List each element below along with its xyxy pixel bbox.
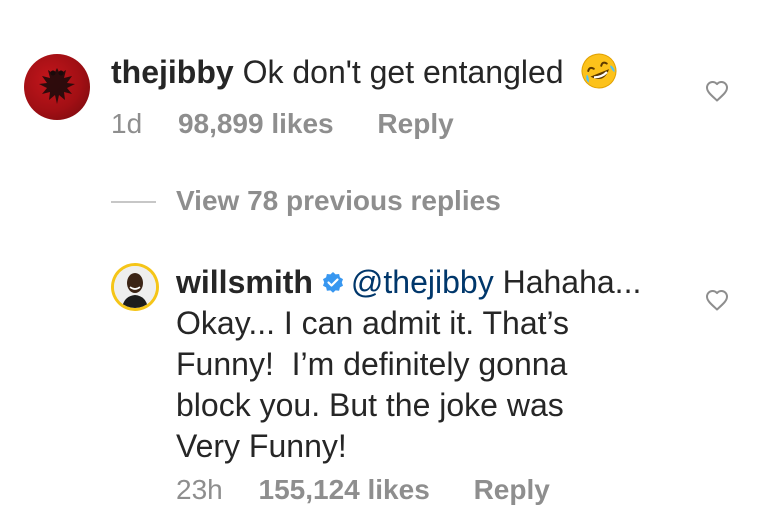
reply-text-line-4: block you. But the joke was bbox=[176, 387, 564, 423]
comment-username[interactable]: thejibby bbox=[111, 54, 234, 90]
replies-divider-line bbox=[111, 201, 156, 203]
reply-text-line-1: Hahaha... bbox=[493, 264, 642, 300]
view-previous-replies-button[interactable]: View 78 previous replies bbox=[176, 183, 501, 219]
reply-mention-link[interactable]: @thejibby bbox=[351, 264, 494, 300]
comment-timestamp: 1d bbox=[111, 108, 143, 139]
comment-line: thejibby Ok don't get entangled bbox=[111, 52, 618, 92]
rolling-on-floor-laughing-emoji-icon bbox=[581, 53, 617, 89]
comment-reply-button[interactable]: Reply bbox=[377, 106, 453, 142]
heart-icon[interactable] bbox=[705, 80, 729, 102]
heart-icon[interactable] bbox=[705, 289, 729, 311]
comment-text: Ok don't get entangled bbox=[242, 54, 564, 90]
reply-timestamp: 23h bbox=[176, 474, 223, 505]
reply-reply-button[interactable]: Reply bbox=[474, 472, 550, 508]
reply-meta: 23h 155,124 likes Reply bbox=[176, 472, 550, 508]
comment-meta: 1d 98,899 likes Reply bbox=[111, 106, 454, 142]
reply-text-line-5: Very Funny! bbox=[176, 428, 347, 464]
reply-likes[interactable]: 155,124 likes bbox=[259, 472, 430, 508]
albanian-eagle-icon bbox=[39, 68, 75, 104]
avatar-willsmith[interactable] bbox=[111, 263, 159, 311]
avatar-thejibby[interactable] bbox=[24, 54, 90, 120]
reply-comment: willsmith @thejibby Hahaha... Okay... I … bbox=[176, 262, 696, 467]
reply-username[interactable]: willsmith bbox=[176, 264, 313, 300]
verified-badge-icon bbox=[322, 272, 343, 293]
person-avatar-icon bbox=[114, 266, 156, 308]
reply-text-line-2: Okay... I can admit it. That’s bbox=[176, 305, 570, 341]
reply-text-line-3: Funny! I’m definitely gonna bbox=[176, 346, 568, 382]
avatar-willsmith-photo bbox=[114, 266, 156, 308]
comment-likes[interactable]: 98,899 likes bbox=[178, 106, 334, 142]
